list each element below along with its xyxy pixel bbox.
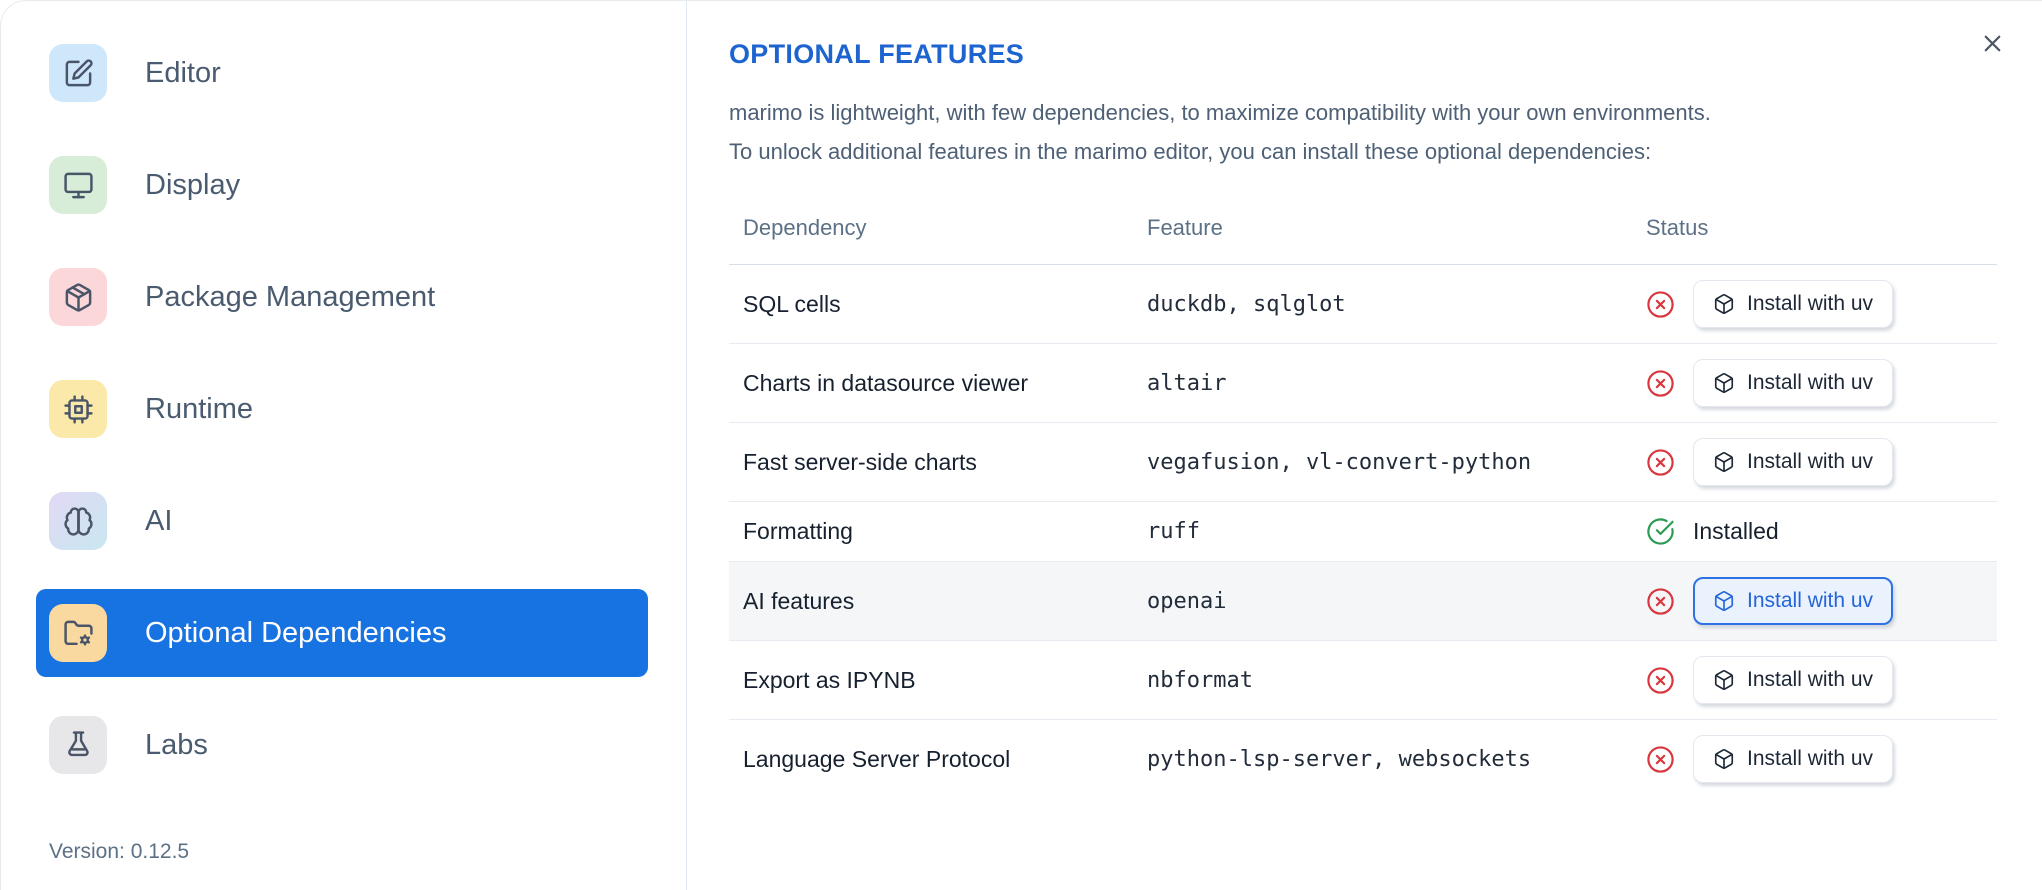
status-wrap: Installed xyxy=(1646,517,1997,546)
sidebar-item-label: Runtime xyxy=(145,392,253,425)
install-button-label: Install with uv xyxy=(1747,747,1874,770)
install-with-uv-button[interactable]: Install with uv xyxy=(1693,438,1894,486)
panel-description: marimo is lightweight, with few dependen… xyxy=(729,93,2042,171)
table-row: Charts in datasource viewer altair Install… xyxy=(729,343,1997,423)
dependency-name: AI features xyxy=(729,561,1133,641)
package-box-icon xyxy=(1713,590,1735,612)
table-row: Export as IPYNB nbformat Install with uv xyxy=(729,640,1997,720)
column-header-feature: Feature xyxy=(1133,197,1632,265)
feature-packages: vegafusion, vl-convert-python xyxy=(1133,422,1632,502)
status-cell: Install with uv xyxy=(1632,561,1997,641)
table-row: AI features openai Install with uv xyxy=(729,561,1997,641)
dependency-name: Charts in datasource viewer xyxy=(729,343,1133,423)
status-missing-icon xyxy=(1646,290,1675,319)
feature-packages: python-lsp-server, websockets xyxy=(1147,746,1532,772)
sidebar-item-label: Optional Dependencies xyxy=(145,616,447,649)
install-button-label: Install with uv xyxy=(1747,668,1874,691)
table-row: Language Server Protocol python-lsp-serve… xyxy=(729,720,1997,799)
close-icon xyxy=(1984,35,2000,51)
feature-packages: duckdb, sqlglot xyxy=(1133,264,1632,344)
package-icon xyxy=(49,268,107,326)
status-installed-icon xyxy=(1646,517,1675,546)
sidebar-item-label: Editor xyxy=(145,56,221,89)
status-cell: Install with uv xyxy=(1632,343,1997,423)
column-header-status: Status xyxy=(1632,197,1997,265)
square-pen-icon xyxy=(49,44,107,102)
table-row: Fast server-side charts vegafusion, vl-co… xyxy=(729,422,1997,502)
status-cell: Install with uv xyxy=(1632,720,1997,799)
sidebar-item-label: AI xyxy=(145,504,173,537)
status-wrap: Install with uv xyxy=(1646,438,1997,486)
feature-packages: ruff xyxy=(1133,501,1632,562)
sidebar-item-optional-dependencies[interactable]: Optional Dependencies xyxy=(36,589,648,677)
package-box-icon xyxy=(1713,748,1735,770)
folder-cog-icon xyxy=(49,604,107,662)
feature-packages: nbformat xyxy=(1133,640,1632,720)
dependency-name: SQL cells xyxy=(729,264,1133,344)
sidebar-item-label: Package Management xyxy=(145,280,436,313)
install-with-uv-button[interactable]: Install with uv xyxy=(1693,735,1894,783)
column-header-dependency: Dependency xyxy=(729,197,1133,265)
dependency-name: Language Server Protocol xyxy=(743,745,1011,772)
install-button-label: Install with uv xyxy=(1747,450,1874,473)
table-body: SQL cells duckdb, sqlglot Install with uv C… xyxy=(729,264,1997,799)
flask-icon xyxy=(49,716,107,774)
sidebar-item-display[interactable]: Display xyxy=(36,141,648,229)
status-wrap: Install with uv xyxy=(1646,359,1997,407)
sidebar-item-labs[interactable]: Labs xyxy=(36,701,648,789)
brain-icon xyxy=(49,492,107,550)
description-line-2: To unlock additional features in the mar… xyxy=(729,139,1652,164)
status-cell: Install with uv xyxy=(1632,422,1997,502)
install-button-label: Install with uv xyxy=(1747,292,1874,315)
table-header-row: Dependency Feature Status xyxy=(729,197,1997,265)
dependency-name: Fast server-side charts xyxy=(729,422,1133,502)
table-row: SQL cells duckdb, sqlglot Install with uv xyxy=(729,264,1997,344)
status-missing-icon xyxy=(1646,666,1675,695)
sidebar-item-ai[interactable]: AI xyxy=(36,477,648,565)
package-box-icon xyxy=(1713,669,1735,691)
status-wrap: Install with uv xyxy=(1646,280,1997,328)
install-button-label: Install with uv xyxy=(1747,371,1874,394)
status-cell: Install with uv xyxy=(1632,264,1997,344)
status-cell: Installed xyxy=(1632,501,1997,562)
optional-features-panel: OPTIONAL FEATURES marimo is lightweight,… xyxy=(687,1,2042,890)
version-label: Version: 0.12.5 xyxy=(49,840,190,863)
status-missing-icon xyxy=(1646,448,1675,477)
sidebar-item-editor[interactable]: Editor xyxy=(36,29,648,117)
status-wrap: Install with uv xyxy=(1646,656,1997,704)
install-with-uv-button[interactable]: Install with uv xyxy=(1693,577,1894,625)
feature-packages: altair xyxy=(1133,343,1632,423)
description-line-1: marimo is lightweight, with few dependen… xyxy=(729,100,1711,125)
status-missing-icon xyxy=(1646,587,1675,616)
install-with-uv-button[interactable]: Install with uv xyxy=(1693,359,1894,407)
sidebar-nav: Editor Display Package Management Runtime AI… xyxy=(1,29,686,813)
dependency-name: Formatting xyxy=(729,501,1133,562)
install-with-uv-button[interactable]: Install with uv xyxy=(1693,280,1894,328)
package-box-icon xyxy=(1713,372,1735,394)
sidebar-item-package-management[interactable]: Package Management xyxy=(36,253,648,341)
status-wrap: Install with uv xyxy=(1646,577,1997,625)
monitor-icon xyxy=(49,156,107,214)
settings-sidebar: Editor Display Package Management Runtime AI… xyxy=(1,1,687,890)
status-missing-icon xyxy=(1646,369,1675,398)
dependency-name: Export as IPYNB xyxy=(729,640,1133,720)
status-cell: Install with uv xyxy=(1632,640,1997,720)
install-button-label: Install with uv xyxy=(1747,589,1874,612)
feature-packages: openai xyxy=(1133,561,1632,641)
status-installed-label: Installed xyxy=(1693,518,1779,544)
page-title: OPTIONAL FEATURES xyxy=(729,39,1025,69)
table-row: Formatting ruff Installed xyxy=(729,501,1997,562)
install-with-uv-button[interactable]: Install with uv xyxy=(1693,656,1894,704)
sidebar-item-label: Display xyxy=(145,168,241,201)
sidebar-item-label: Labs xyxy=(145,728,208,761)
package-box-icon xyxy=(1713,451,1735,473)
settings-dialog: Editor Display Package Management Runtime AI… xyxy=(0,0,2042,890)
dependencies-table: Dependency Feature Status SQL cells duckd… xyxy=(729,197,1997,798)
package-box-icon xyxy=(1713,293,1735,315)
sidebar-item-runtime[interactable]: Runtime xyxy=(36,365,648,453)
close-button[interactable] xyxy=(1976,27,2008,59)
status-missing-icon xyxy=(1646,745,1675,774)
cpu-icon xyxy=(49,380,107,438)
status-wrap: Install with uv xyxy=(1646,735,1997,783)
